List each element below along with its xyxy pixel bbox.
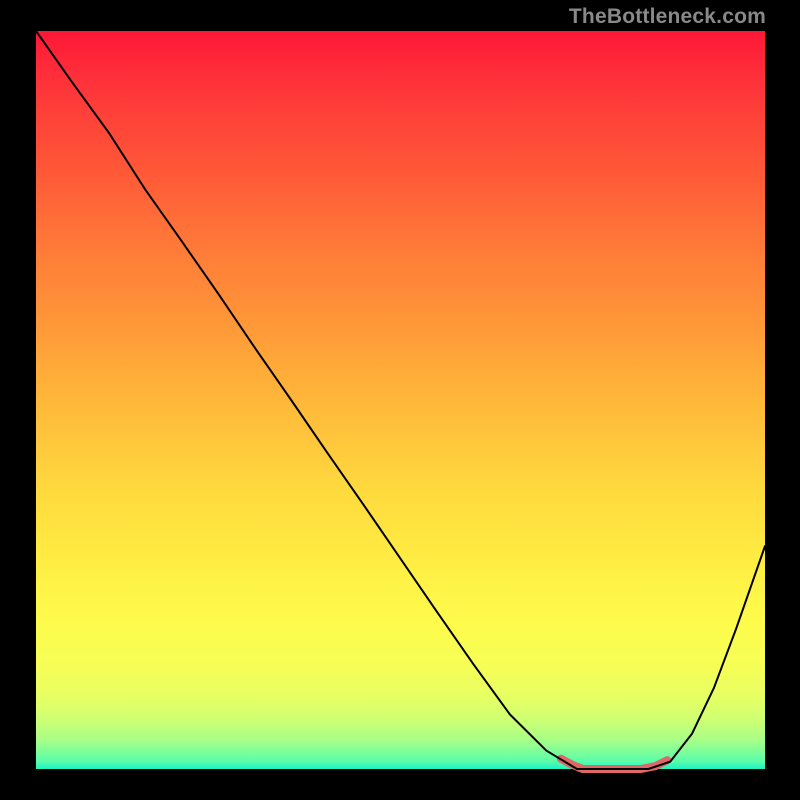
watermark-text: TheBottleneck.com [569, 5, 766, 29]
plot-area [36, 31, 765, 769]
chart-stage: TheBottleneck.com [0, 0, 800, 800]
